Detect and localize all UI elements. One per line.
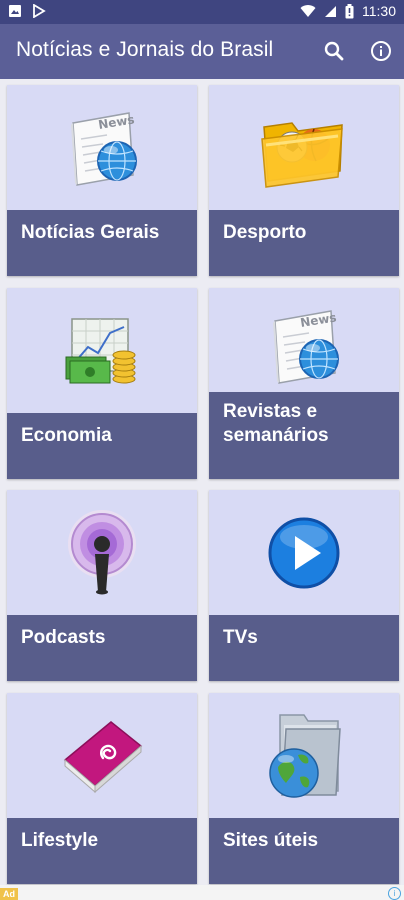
- ad-banner[interactable]: Ad i: [0, 885, 404, 900]
- tile-label-band: TVs: [209, 615, 399, 681]
- tile-label: Sites úteis: [223, 830, 319, 851]
- status-time: 11:30: [362, 3, 396, 19]
- tile-label: Desporto: [223, 222, 307, 243]
- tile-label: TVs: [223, 627, 258, 648]
- tile-label-band: Sites úteis: [209, 818, 399, 884]
- tile-economia[interactable]: Economia: [7, 288, 197, 479]
- status-bar: 11:30: [0, 0, 404, 24]
- magazine-icon: [63, 720, 143, 793]
- wifi-icon: [300, 4, 316, 17]
- info-button[interactable]: [367, 37, 395, 65]
- tile-tvs[interactable]: TVs: [209, 490, 399, 681]
- tile-label-band: Notícias Gerais: [7, 210, 197, 276]
- tile-label: Economia: [21, 425, 112, 446]
- tile-revistas-e-semanarios[interactable]: News Revistas e semanários: [209, 288, 399, 479]
- news-globe-icon: News: [273, 309, 339, 384]
- money-chart-icon: [65, 317, 136, 383]
- globe-folder-icon: [269, 713, 341, 798]
- search-icon: [324, 41, 344, 61]
- search-button[interactable]: [320, 37, 348, 65]
- play-store-notification-icon: [33, 4, 46, 18]
- tile-label: Revistas e semanários: [223, 401, 329, 446]
- tile-label-band: Podcasts: [7, 615, 197, 681]
- tile-label-band: Revistas e semanários: [209, 392, 399, 479]
- category-grid: News Notícias Gerais Desporto Economia N…: [0, 79, 404, 885]
- tile-label: Notícias Gerais: [21, 222, 160, 243]
- sports-folder-icon: [261, 121, 343, 188]
- ad-badge: Ad: [0, 888, 18, 900]
- tile-label-band: Desporto: [209, 210, 399, 276]
- tile-desporto[interactable]: Desporto: [209, 85, 399, 276]
- tile-podcasts[interactable]: Podcasts: [7, 490, 197, 681]
- signal-icon: [325, 5, 336, 17]
- podcast-icon: [68, 509, 136, 594]
- play-icon: [268, 517, 340, 588]
- tile-label-band: Lifestyle: [7, 818, 197, 884]
- tile-noticias-gerais[interactable]: News Notícias Gerais: [7, 85, 197, 276]
- tile-label: Podcasts: [21, 627, 106, 648]
- ad-info-icon[interactable]: i: [388, 887, 401, 900]
- battery-icon: [345, 3, 354, 18]
- tile-label-band: Economia: [7, 413, 197, 479]
- page-title: Notícias e Jornais do Brasil: [16, 38, 274, 61]
- app-bar: Notícias e Jornais do Brasil: [0, 24, 404, 79]
- tile-sites-uteis[interactable]: Sites úteis: [209, 693, 399, 884]
- tile-lifestyle[interactable]: Lifestyle: [7, 693, 197, 884]
- gallery-notification-icon: [9, 5, 21, 17]
- info-icon: [371, 41, 391, 61]
- tile-label: Lifestyle: [21, 830, 99, 851]
- news-globe-icon: News: [71, 111, 137, 186]
